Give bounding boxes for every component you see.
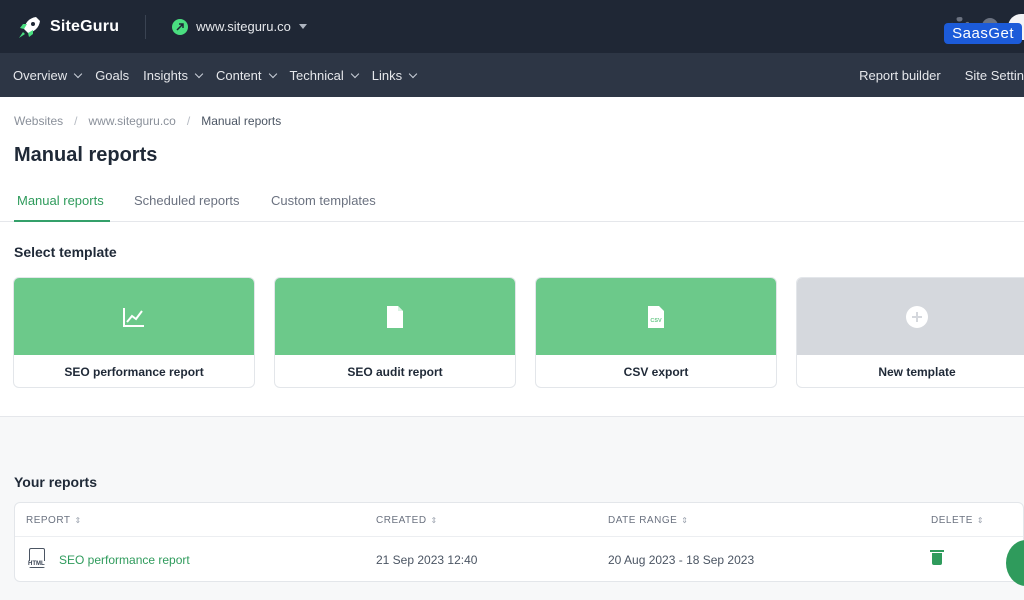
chevron-down-icon bbox=[268, 69, 277, 78]
nav-insights[interactable]: Insights bbox=[143, 68, 204, 83]
tab-bar: Manual reports Scheduled reports Custom … bbox=[0, 188, 1024, 222]
top-divider bbox=[145, 14, 147, 39]
plus-circle-icon bbox=[906, 305, 928, 328]
page-title: Manual reports bbox=[14, 144, 158, 166]
card-banner bbox=[797, 278, 1024, 355]
nav-technical[interactable]: Technical bbox=[290, 68, 359, 83]
site-domain: www.siteguru.co bbox=[196, 19, 291, 34]
card-label: New template bbox=[878, 365, 956, 379]
card-banner: CSV bbox=[536, 278, 776, 355]
card-banner bbox=[14, 278, 254, 355]
tab-manual-reports[interactable]: Manual reports bbox=[17, 193, 104, 208]
breadcrumb-separator: / bbox=[74, 114, 78, 128]
caret-down-icon bbox=[298, 24, 307, 29]
tab-scheduled-reports[interactable]: Scheduled reports bbox=[134, 193, 240, 208]
card-banner bbox=[275, 278, 515, 355]
card-label: SEO audit report bbox=[347, 365, 443, 379]
header-divider bbox=[15, 536, 1023, 537]
report-created: 21 Sep 2023 12:40 bbox=[376, 553, 478, 567]
chevron-down-icon bbox=[350, 69, 359, 78]
column-header-date-range[interactable]: DATE RANGE ⇕ bbox=[608, 515, 688, 526]
logo[interactable]: SiteGuru bbox=[16, 13, 119, 41]
site-favicon-icon bbox=[172, 18, 189, 35]
nav-goals[interactable]: Goals bbox=[95, 68, 129, 83]
nav-links[interactable]: Links bbox=[372, 68, 418, 83]
line-chart-icon bbox=[123, 307, 144, 327]
nav-report-builder[interactable]: Report builder bbox=[859, 68, 941, 83]
breadcrumb-current: Manual reports bbox=[201, 114, 282, 128]
nav-overview[interactable]: Overview bbox=[13, 68, 83, 83]
column-header-delete[interactable]: DELETE ⇕ bbox=[931, 515, 984, 526]
chevron-down-icon bbox=[194, 69, 204, 78]
sort-icon: ⇕ bbox=[430, 516, 438, 525]
watermark-badge: SaasGet bbox=[944, 23, 1022, 44]
nav-site-settings[interactable]: Site Settin bbox=[965, 68, 1024, 83]
rocket-logo-icon bbox=[19, 16, 40, 38]
breadcrumb-separator: / bbox=[186, 114, 191, 128]
column-header-report[interactable]: REPORT ⇕ bbox=[26, 515, 82, 526]
nav-right: Report builder Site Settin bbox=[835, 53, 1024, 97]
file-type-label: HTML bbox=[27, 561, 46, 567]
brand-name: SiteGuru bbox=[50, 17, 120, 35]
tab-custom-templates[interactable]: Custom templates bbox=[271, 193, 376, 208]
breadcrumb-site[interactable]: www.siteguru.co bbox=[88, 114, 175, 128]
select-template-heading: Select template bbox=[14, 244, 117, 260]
report-link[interactable]: SEO performance report bbox=[59, 553, 190, 567]
column-header-created[interactable]: CREATED ⇕ bbox=[376, 515, 438, 526]
reports-table: REPORT ⇕ CREATED ⇕ DATE RANGE ⇕ DELETE ⇕ HTM… bbox=[14, 502, 1024, 582]
sort-icon: ⇕ bbox=[681, 516, 689, 525]
chevron-down-icon bbox=[73, 69, 83, 78]
your-reports-heading: Your reports bbox=[14, 474, 97, 490]
card-label: SEO performance report bbox=[64, 365, 204, 379]
sort-icon: ⇕ bbox=[74, 516, 82, 525]
report-date-range: 20 Aug 2023 - 18 Sep 2023 bbox=[608, 553, 755, 567]
card-label: CSV export bbox=[623, 365, 689, 379]
template-card-seo-performance[interactable]: SEO performance report bbox=[13, 277, 255, 388]
csv-icon-text: CSV bbox=[650, 318, 662, 324]
nav-content[interactable]: Content bbox=[216, 68, 277, 83]
template-card-csv-export[interactable]: CSV CSV export bbox=[535, 277, 777, 388]
main-nav: Overview Goals Insights Content Technica… bbox=[0, 53, 1024, 97]
template-card-seo-audit[interactable]: SEO audit report bbox=[274, 277, 516, 388]
site-switcher[interactable]: www.siteguru.co bbox=[172, 18, 307, 35]
trash-icon[interactable] bbox=[930, 550, 944, 565]
document-icon bbox=[387, 305, 403, 328]
html-file-icon: HTML bbox=[27, 548, 46, 568]
top-bar: SiteGuru www.siteguru.co SaasGet bbox=[0, 0, 1024, 53]
breadcrumb-websites[interactable]: Websites bbox=[14, 114, 63, 128]
sort-icon: ⇕ bbox=[976, 516, 985, 525]
csv-file-icon: CSV bbox=[648, 305, 664, 328]
breadcrumb: Websites / www.siteguru.co / Manual repo… bbox=[14, 114, 281, 128]
active-tab-indicator bbox=[14, 220, 110, 222]
chevron-down-icon bbox=[408, 69, 418, 78]
template-card-new[interactable]: New template bbox=[796, 277, 1024, 388]
